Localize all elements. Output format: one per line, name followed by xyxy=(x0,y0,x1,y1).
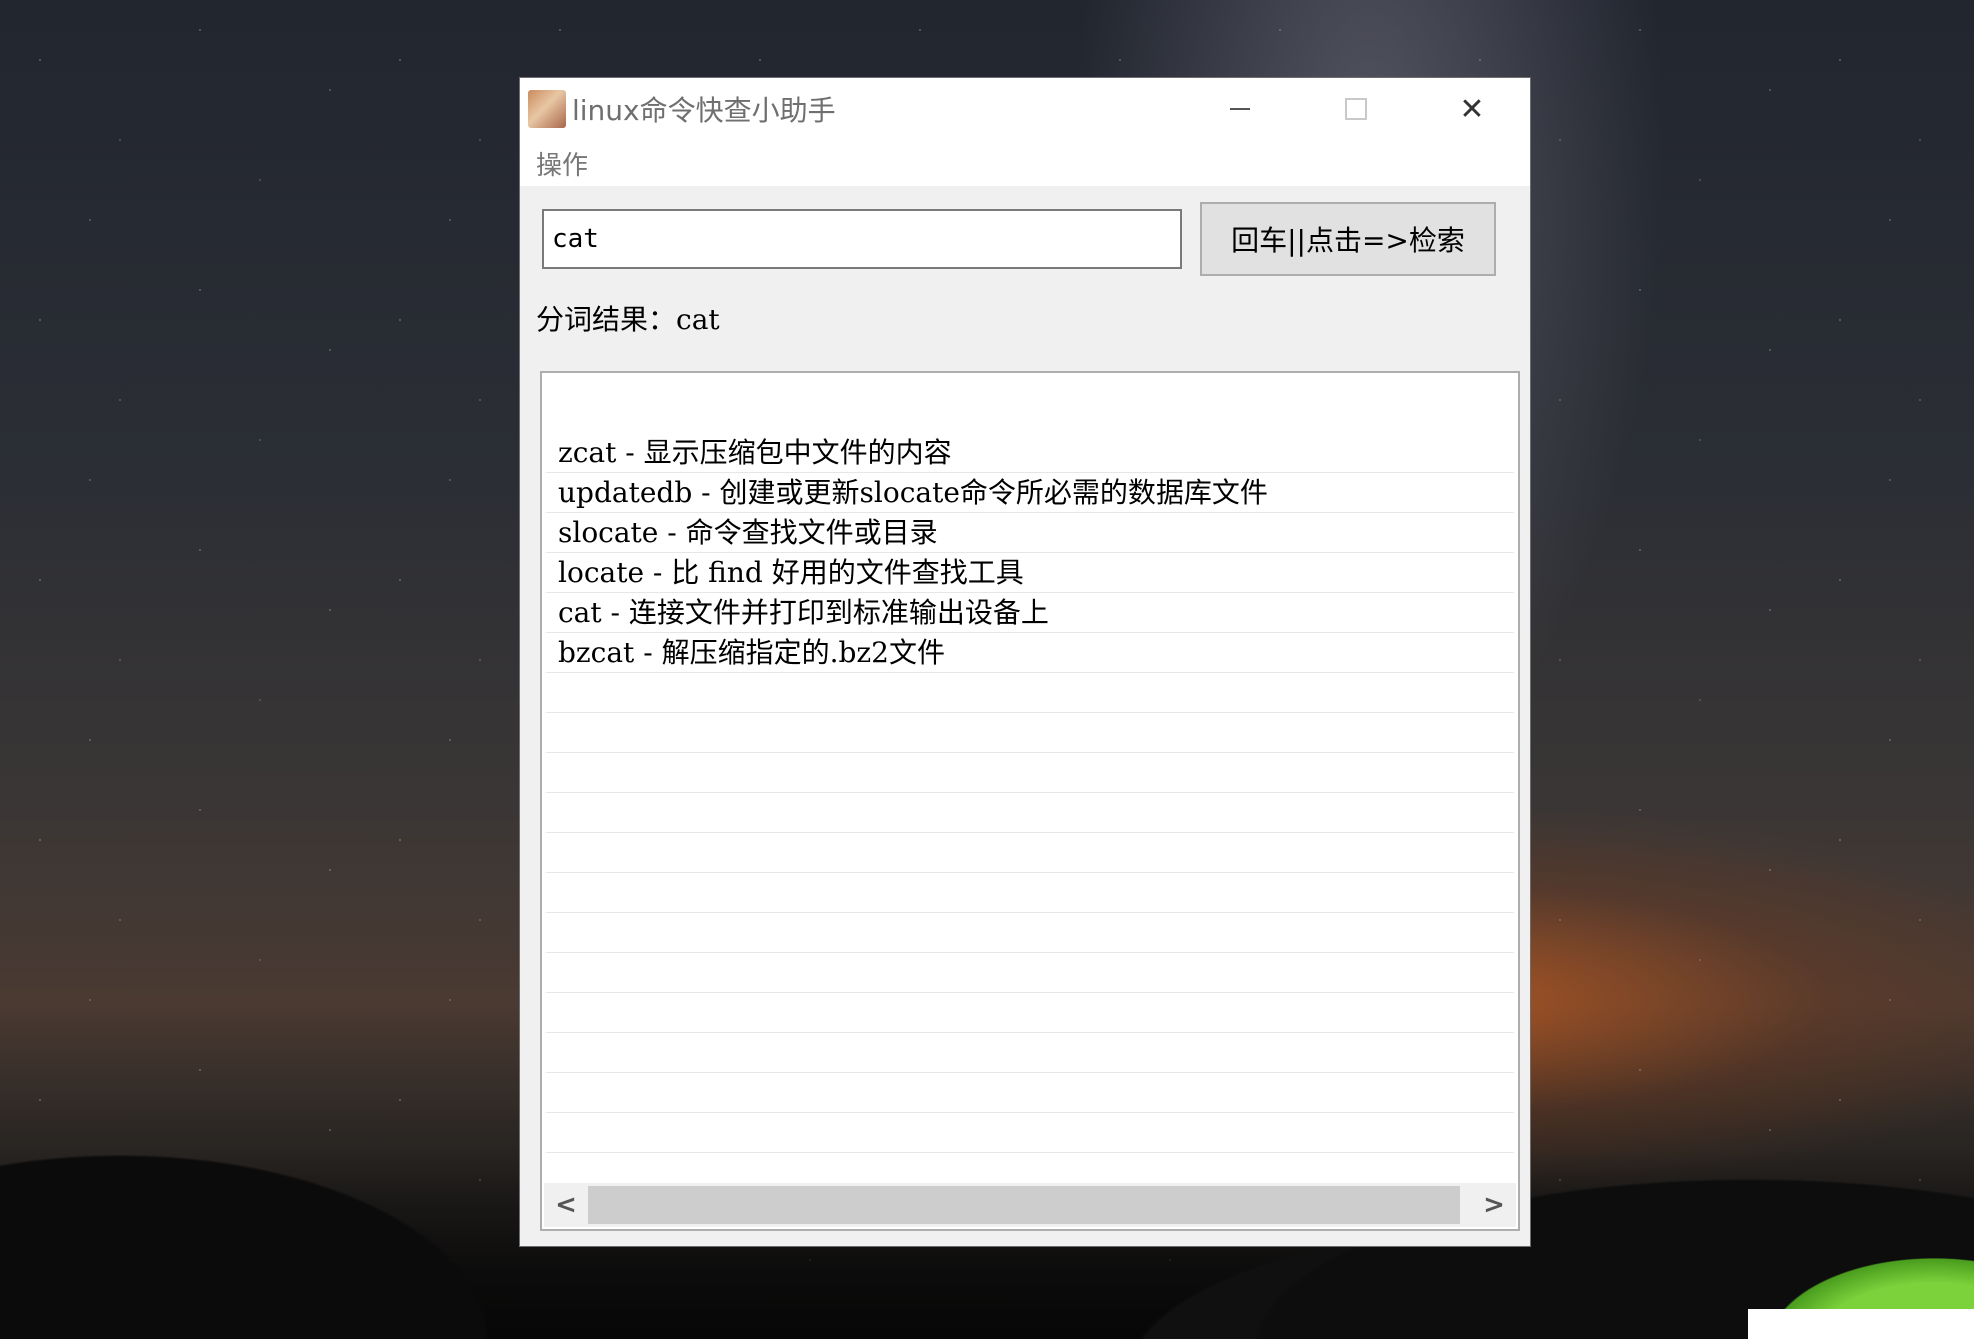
menu-bar: 操作 xyxy=(520,140,1530,186)
empty-list-row xyxy=(546,1033,1514,1073)
empty-list-row xyxy=(546,913,1514,953)
menu-item-operations[interactable]: 操作 xyxy=(536,145,588,182)
results-list[interactable]: zcat - 显示压缩包中文件的内容 updatedb - 创建或更新sloca… xyxy=(540,371,1520,1231)
scroll-thumb[interactable] xyxy=(588,1186,1460,1224)
minimize-icon[interactable] xyxy=(1182,78,1298,140)
list-item[interactable]: bzcat - 解压缩指定的.bz2文件 xyxy=(546,633,1514,673)
app-window: linux命令快查小助手 ✕ 操作 回车||点击=>检索 分词结果：cat zc… xyxy=(519,77,1531,1247)
app-icon xyxy=(528,90,566,128)
list-item[interactable]: zcat - 显示压缩包中文件的内容 xyxy=(546,433,1514,473)
title-bar[interactable]: linux命令快查小助手 ✕ xyxy=(520,78,1530,140)
empty-list-row xyxy=(546,673,1514,713)
segmentation-value: cat xyxy=(676,303,720,336)
window-title: linux命令快查小助手 xyxy=(572,94,836,127)
empty-list-row xyxy=(546,833,1514,873)
empty-list-row xyxy=(546,713,1514,753)
search-button[interactable]: 回车||点击=>检索 xyxy=(1200,202,1496,276)
empty-list-row xyxy=(546,753,1514,793)
chevron-left-icon[interactable]: < xyxy=(544,1183,588,1227)
results-rows: zcat - 显示压缩包中文件的内容 updatedb - 创建或更新sloca… xyxy=(546,433,1514,1153)
list-item[interactable]: slocate - 命令查找文件或目录 xyxy=(546,513,1514,553)
search-input[interactable] xyxy=(542,209,1182,269)
empty-list-row xyxy=(546,1113,1514,1153)
empty-list-row xyxy=(546,1073,1514,1113)
segmentation-label: 分词结果： xyxy=(536,303,677,336)
empty-list-row xyxy=(546,873,1514,913)
close-icon[interactable]: ✕ xyxy=(1414,78,1530,140)
desktop-corner-block xyxy=(1748,1309,1974,1339)
window-controls: ✕ xyxy=(1182,78,1530,140)
horizontal-scrollbar[interactable]: < > xyxy=(544,1183,1516,1227)
segmentation-result: 分词结果：cat xyxy=(536,298,720,338)
list-item[interactable]: locate - 比 find 好用的文件查找工具 xyxy=(546,553,1514,593)
maximize-icon[interactable] xyxy=(1298,78,1414,140)
empty-list-row xyxy=(546,993,1514,1033)
scroll-track[interactable] xyxy=(588,1186,1472,1224)
empty-list-row xyxy=(546,793,1514,833)
empty-list-row xyxy=(546,953,1514,993)
list-item[interactable]: updatedb - 创建或更新slocate命令所必需的数据库文件 xyxy=(546,473,1514,513)
list-item[interactable]: cat - 连接文件并打印到标准输出设备上 xyxy=(546,593,1514,633)
chevron-right-icon[interactable]: > xyxy=(1472,1183,1516,1227)
